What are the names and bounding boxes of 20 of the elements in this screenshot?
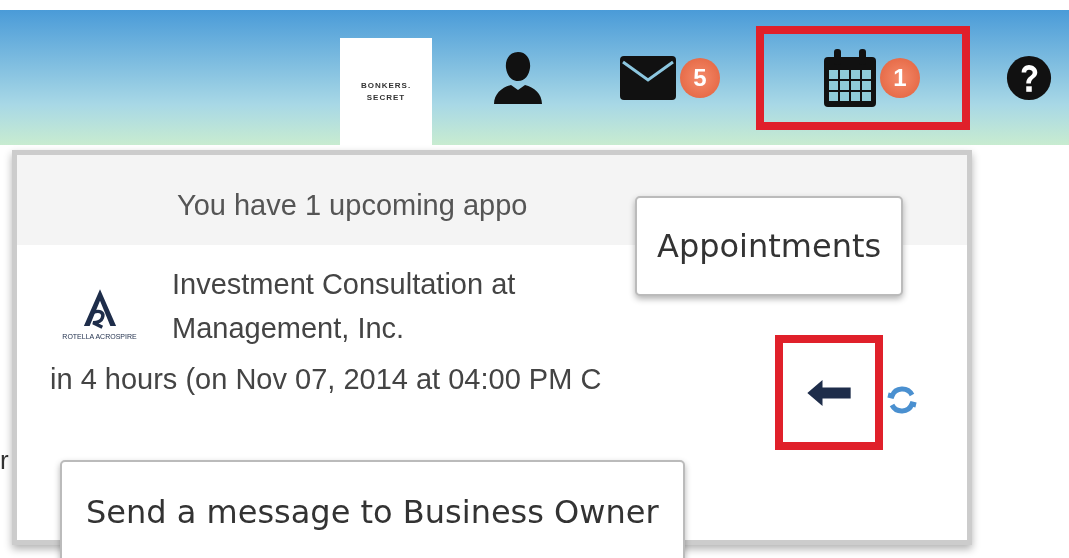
tooltip: Send a message to Business Owner (60, 460, 685, 558)
tooltip: Appointments (635, 196, 904, 296)
envelope-icon (620, 55, 676, 100)
help-icon (1006, 54, 1052, 101)
arrow-left-icon (807, 379, 851, 406)
appointment-title: Management, Inc. (172, 311, 406, 346)
text-fragment: r (0, 445, 9, 476)
summary-text: You have 1 upcoming appo (177, 188, 528, 222)
count-badge: 5 (680, 57, 720, 98)
highlighted-nav-item[interactable]: 1 (756, 25, 970, 130)
nav-item[interactable]: 5 (584, 25, 756, 130)
logo-text: SECRET (366, 93, 406, 102)
logo-text: BONKERS. (360, 81, 412, 90)
send-message-button[interactable] (775, 335, 883, 450)
logo[interactable]: BONKERS. SECRET (340, 38, 432, 145)
appointment-time: in 4 hours (on Nov 07, 2014 at 04:00 PM C (50, 363, 602, 395)
refresh-icon[interactable] (887, 385, 917, 415)
count-badge: 1 (880, 57, 920, 98)
appointment-title: Investment Consultation at (172, 267, 516, 302)
calendar-icon (824, 48, 876, 107)
